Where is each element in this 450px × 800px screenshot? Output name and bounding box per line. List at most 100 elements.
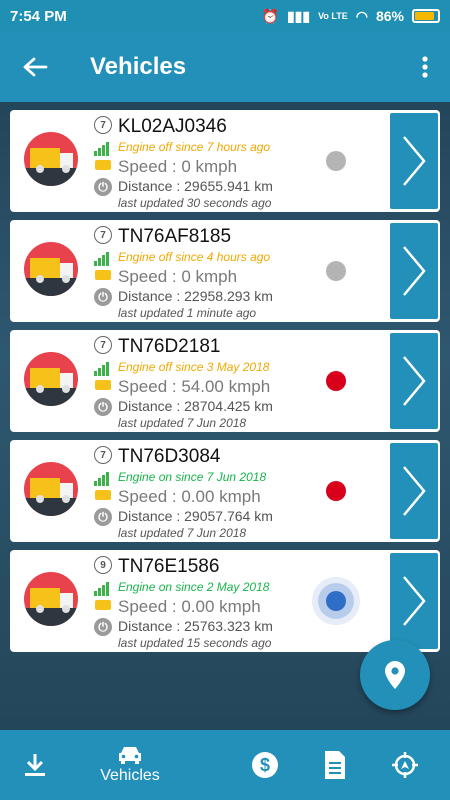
chevron-right-icon (403, 466, 426, 516)
clock-icon: 7 (94, 226, 112, 244)
last-updated: last updated 7 Jun 2018 (118, 526, 247, 540)
vehicle-distance: Distance : 25763.323 km (118, 618, 273, 634)
power-icon: ⏻ (94, 288, 112, 306)
chevron-right-icon (403, 576, 426, 626)
download-icon (25, 754, 45, 776)
truck-icon (24, 462, 78, 516)
clock-badge: 7 (100, 339, 106, 351)
vehicle-card[interactable]: 7 ⏻ KL02AJ0346 Engine off since 7 hours … (10, 110, 440, 212)
status-dot (326, 261, 346, 281)
open-vehicle-button[interactable] (390, 443, 438, 539)
vehicle-plate: TN76D3084 (118, 446, 221, 467)
battery-icon (95, 490, 111, 500)
truck-icon (24, 572, 78, 626)
back-button[interactable] (0, 32, 70, 102)
clock-badge: 9 (100, 559, 106, 571)
signal-strength-icon (94, 358, 112, 376)
open-vehicle-button[interactable] (390, 553, 438, 649)
battery-icon (95, 380, 111, 390)
vehicle-distance: Distance : 22958.293 km (118, 288, 273, 304)
engine-status: Engine on since 7 Jun 2018 (118, 470, 267, 484)
status-dot (326, 591, 346, 611)
vehicle-distance: Distance : 29057.764 km (118, 508, 273, 524)
car-icon (119, 747, 141, 764)
vehicle-speed: Speed : 0 kmph (118, 157, 238, 176)
gps-icon (392, 752, 418, 778)
more-options-button[interactable] (400, 56, 450, 78)
chevron-right-icon (403, 136, 426, 186)
vehicle-list: 7 ⏻ KL02AJ0346 Engine off since 7 hours … (10, 110, 440, 660)
last-updated: last updated 30 seconds ago (118, 196, 272, 210)
power-icon: ⏻ (94, 618, 112, 636)
clock-icon: 7 (94, 336, 112, 354)
nav-payments[interactable]: $ (220, 730, 310, 800)
status-dot (326, 481, 346, 501)
last-updated: last updated 1 minute ago (118, 306, 257, 320)
document-icon (325, 751, 345, 779)
signal-strength-icon (94, 468, 112, 486)
clock-badge: 7 (100, 229, 106, 241)
engine-status: Engine off since 4 hours ago (118, 250, 271, 264)
nav-download[interactable] (0, 730, 70, 800)
status-dot (326, 151, 346, 171)
last-updated: last updated 7 Jun 2018 (118, 416, 247, 430)
engine-status: Engine on since 2 May 2018 (118, 580, 270, 594)
svg-text:$: $ (260, 755, 270, 775)
app-bar: Vehicles (0, 32, 450, 102)
wifi-icon: ◠ (355, 7, 368, 24)
truck-icon (24, 352, 78, 406)
battery-icon (95, 600, 111, 610)
alarm-icon: ⏰ (261, 7, 279, 24)
power-icon: ⏻ (94, 508, 112, 526)
vehicle-speed: Speed : 0.00 kmph (118, 597, 261, 616)
vehicle-plate: KL02AJ0346 (118, 116, 227, 137)
last-updated: last updated 15 seconds ago (118, 636, 272, 650)
signal-icon: ▮▮▮ (286, 7, 311, 24)
engine-status: Engine off since 3 May 2018 (118, 360, 270, 374)
clock-icon: 7 (94, 446, 112, 464)
nav-locate[interactable] (360, 730, 450, 800)
nav-vehicles[interactable]: Vehicles (70, 730, 190, 800)
truck-icon (24, 132, 78, 186)
power-icon: ⏻ (94, 398, 112, 416)
vehicle-distance: Distance : 28704.425 km (118, 398, 273, 414)
arrow-left-icon (23, 57, 48, 77)
nav-reports[interactable] (310, 730, 360, 800)
power-icon: ⏻ (94, 178, 112, 196)
clock-badge: 7 (100, 119, 106, 131)
chevron-right-icon (403, 356, 426, 406)
status-dot (326, 371, 346, 391)
clock-badge: 7 (100, 449, 106, 461)
open-vehicle-button[interactable] (390, 113, 438, 209)
vehicle-speed: Speed : 0 kmph (118, 267, 238, 286)
vehicle-plate: TN76AF8185 (118, 226, 232, 247)
status-bar: 7:54 PM ⏰ ▮▮▮ Vo LTE ◠ 86% (0, 0, 450, 32)
vehicle-card[interactable]: 7 ⏻ TN76D3084 Engine on since 7 Jun 2018… (10, 440, 440, 542)
nav-vehicles-label: Vehicles (100, 767, 160, 784)
map-view-button[interactable] (360, 640, 430, 710)
engine-status: Engine off since 7 hours ago (118, 140, 271, 154)
clock-icon: 7 (94, 116, 112, 134)
open-vehicle-button[interactable] (390, 223, 438, 319)
signal-strength-icon (94, 138, 112, 156)
signal-strength-icon (94, 248, 112, 266)
chevron-right-icon (403, 246, 426, 296)
signal-strength-icon (94, 578, 112, 596)
more-vert-icon (422, 56, 428, 78)
vehicle-card[interactable]: 9 ⏻ TN76E1586 Engine on since 2 May 2018… (10, 550, 440, 652)
battery-icon (412, 9, 440, 23)
location-pin-icon (385, 661, 405, 689)
open-vehicle-button[interactable] (390, 333, 438, 429)
bottom-nav: Vehicles $ (0, 730, 450, 800)
battery-icon (95, 160, 111, 170)
dollar-icon: $ (252, 752, 278, 778)
battery-icon (95, 270, 111, 280)
battery-percent: 86% (375, 8, 404, 24)
vehicle-plate: TN76D2181 (118, 336, 221, 357)
truck-icon (24, 242, 78, 296)
status-time: 7:54 PM (10, 7, 67, 25)
vehicle-plate: TN76E1586 (118, 556, 220, 577)
vehicle-card[interactable]: 7 ⏻ TN76D2181 Engine off since 3 May 201… (10, 330, 440, 432)
vehicle-card[interactable]: 7 ⏻ TN76AF8185 Engine off since 4 hours … (10, 220, 440, 322)
network-label: Vo LTE (318, 10, 348, 21)
